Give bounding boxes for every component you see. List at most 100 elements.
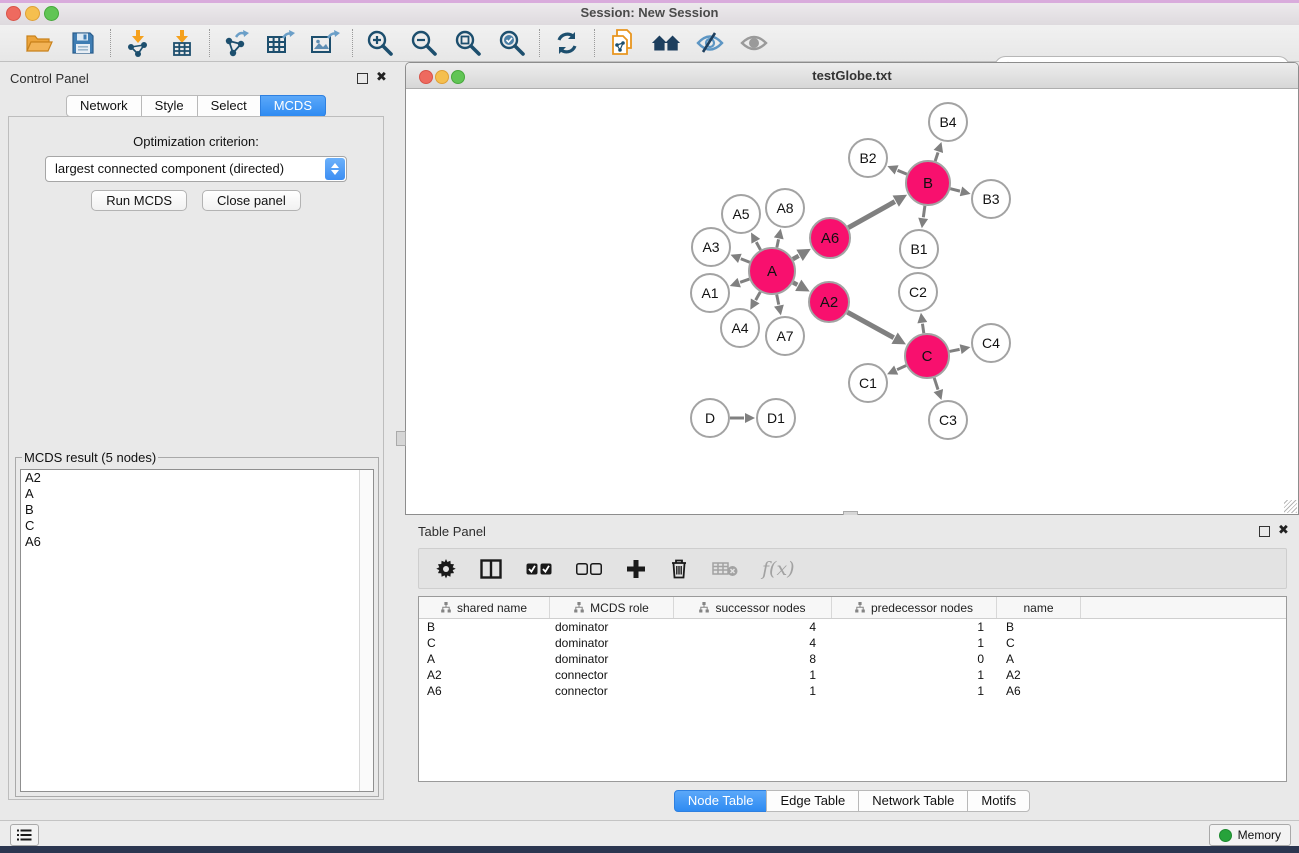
- network-window-titlebar[interactable]: testGlobe.txt: [406, 63, 1298, 89]
- node-A4[interactable]: A4: [721, 309, 759, 347]
- edge-B-B3[interactable]: [950, 189, 960, 191]
- edge-A-A8[interactable]: [777, 239, 779, 247]
- node-A3[interactable]: A3: [692, 228, 730, 266]
- column-header-successor-nodes[interactable]: successor nodes: [674, 597, 832, 618]
- zoom-in-icon[interactable]: [365, 28, 395, 58]
- node-table-header[interactable]: shared nameMCDS rolesuccessor nodesprede…: [419, 597, 1286, 619]
- edge-A-A1[interactable]: [740, 279, 749, 282]
- zoom-selected-icon[interactable]: [497, 28, 527, 58]
- column-header-predecessor-nodes[interactable]: predecessor nodes: [832, 597, 997, 618]
- float-table-panel-icon[interactable]: [1259, 526, 1270, 537]
- edge-C-C2[interactable]: [922, 324, 923, 334]
- column-header-shared-name[interactable]: shared name: [419, 597, 550, 618]
- node-C3[interactable]: C3: [929, 401, 967, 439]
- node-B2[interactable]: B2: [849, 139, 887, 177]
- vertical-splitter-handle[interactable]: [396, 431, 406, 446]
- tab-network-table[interactable]: Network Table: [858, 790, 968, 812]
- select-all-checkboxes-icon[interactable]: [526, 557, 552, 581]
- duplicate-network-icon[interactable]: [607, 28, 637, 58]
- export-network-icon[interactable]: [222, 28, 252, 58]
- result-item[interactable]: A6: [21, 534, 373, 550]
- deselect-all-checkboxes-icon[interactable]: [576, 557, 602, 581]
- edge-A6-B[interactable]: [848, 202, 895, 228]
- edge-A-A7[interactable]: [777, 295, 779, 305]
- criterion-select[interactable]: largest connected component (directed): [45, 156, 347, 182]
- open-session-icon[interactable]: [24, 28, 54, 58]
- node-A[interactable]: A: [749, 248, 795, 294]
- delete-table-icon[interactable]: [712, 557, 738, 581]
- network-canvas[interactable]: A A1 A2 A3 A4 A5 A6 A7 A8 B B1 B2 B3 B4 C C1 C2 C3 C4 D D1: [406, 89, 1298, 514]
- column-header-name[interactable]: name: [997, 597, 1081, 618]
- tab-network[interactable]: Network: [66, 95, 142, 117]
- close-panel-button[interactable]: Close panel: [202, 190, 301, 211]
- result-item[interactable]: A2: [21, 470, 373, 486]
- settings-gear-icon[interactable]: [436, 557, 456, 581]
- tab-motifs[interactable]: Motifs: [967, 790, 1030, 812]
- delete-column-icon[interactable]: [670, 557, 688, 581]
- node-A1[interactable]: A1: [691, 274, 729, 312]
- edge-B-B4[interactable]: [935, 152, 938, 161]
- close-panel-icon[interactable]: ✖: [376, 69, 387, 85]
- home-icon[interactable]: [651, 28, 681, 58]
- node-B3[interactable]: B3: [972, 180, 1010, 218]
- mcds-result-list[interactable]: A2ABCA6: [20, 469, 374, 792]
- export-table-icon[interactable]: [266, 28, 296, 58]
- edge-A-A6[interactable]: [793, 256, 799, 259]
- edge-C-C1[interactable]: [897, 366, 906, 370]
- show-graphics-details-icon[interactable]: [739, 28, 769, 58]
- table-row[interactable]: A2connector11A2: [419, 667, 1286, 683]
- tab-node-table[interactable]: Node Table: [674, 790, 768, 812]
- edge-B-B2[interactable]: [898, 170, 907, 174]
- edge-A-A5[interactable]: [756, 242, 760, 250]
- table-row[interactable]: A6connector11A6: [419, 683, 1286, 699]
- result-item[interactable]: A: [21, 486, 373, 502]
- edge-A2-C[interactable]: [847, 312, 893, 338]
- tab-mcds[interactable]: MCDS: [260, 95, 326, 117]
- node-C[interactable]: C: [905, 334, 949, 378]
- node-A6[interactable]: A6: [810, 218, 850, 258]
- refresh-icon[interactable]: [552, 28, 582, 58]
- table-row[interactable]: Adominator80A: [419, 651, 1286, 667]
- node-C2[interactable]: C2: [899, 273, 937, 311]
- result-item[interactable]: C: [21, 518, 373, 534]
- resize-grip[interactable]: [1284, 500, 1297, 513]
- edge-A-A4[interactable]: [756, 292, 761, 300]
- memory-button[interactable]: Memory: [1209, 824, 1291, 846]
- task-history-button[interactable]: [10, 824, 39, 846]
- node-table[interactable]: shared nameMCDS rolesuccessor nodesprede…: [418, 596, 1287, 782]
- node-B[interactable]: B: [906, 161, 950, 205]
- node-D[interactable]: D: [691, 399, 729, 437]
- result-list-scrollbar[interactable]: [359, 470, 373, 791]
- export-image-icon[interactable]: [310, 28, 340, 58]
- import-network-icon[interactable]: [123, 28, 153, 58]
- node-C4[interactable]: C4: [972, 324, 1010, 362]
- node-A5[interactable]: A5: [722, 195, 760, 233]
- edge-C-C4[interactable]: [950, 349, 960, 351]
- edge-A-A3[interactable]: [741, 259, 750, 262]
- node-D1[interactable]: D1: [757, 399, 795, 437]
- hide-graphics-details-icon[interactable]: [695, 28, 725, 58]
- add-column-icon[interactable]: [626, 557, 646, 581]
- zoom-fit-icon[interactable]: [453, 28, 483, 58]
- tab-edge-table[interactable]: Edge Table: [766, 790, 859, 812]
- zoom-out-icon[interactable]: [409, 28, 439, 58]
- save-session-icon[interactable]: [68, 28, 98, 58]
- node-B4[interactable]: B4: [929, 103, 967, 141]
- float-panel-icon[interactable]: [357, 73, 368, 84]
- edge-A-A2[interactable]: [793, 282, 797, 284]
- node-A7[interactable]: A7: [766, 317, 804, 355]
- node-A8[interactable]: A8: [766, 189, 804, 227]
- function-builder-icon[interactable]: f(x): [762, 557, 795, 581]
- tab-style[interactable]: Style: [141, 95, 198, 117]
- edge-B-B1[interactable]: [923, 206, 925, 218]
- edge-C-C3[interactable]: [934, 378, 938, 390]
- node-A2[interactable]: A2: [809, 282, 849, 322]
- column-layout-icon[interactable]: [480, 557, 502, 581]
- result-item[interactable]: B: [21, 502, 373, 518]
- close-table-panel-icon[interactable]: ✖: [1278, 522, 1289, 538]
- table-row[interactable]: Bdominator41B: [419, 619, 1286, 635]
- node-B1[interactable]: B1: [900, 230, 938, 268]
- node-C1[interactable]: C1: [849, 364, 887, 402]
- table-row[interactable]: Cdominator41C: [419, 635, 1286, 651]
- tab-select[interactable]: Select: [197, 95, 261, 117]
